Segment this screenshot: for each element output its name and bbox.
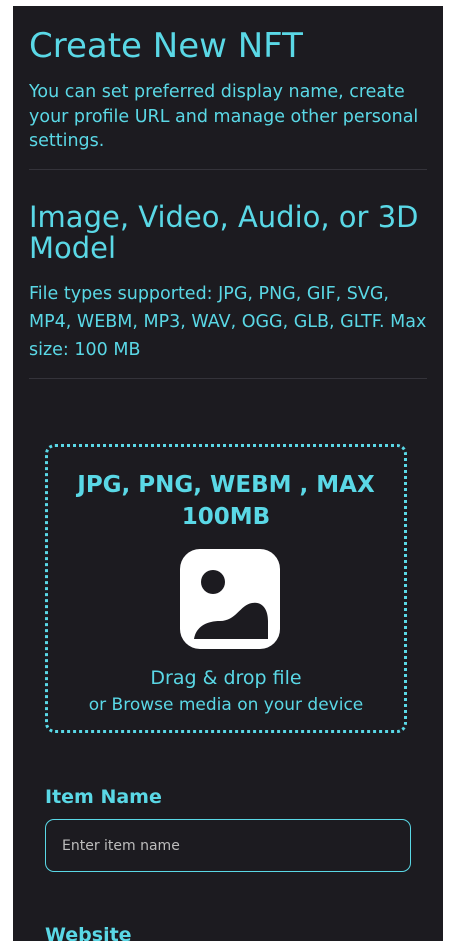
item-name-input[interactable]: [45, 819, 411, 872]
media-section-description: File types supported: JPG, PNG, GIF, SVG…: [29, 284, 427, 360]
website-label: Website: [45, 924, 132, 941]
page-title: Create New NFT: [29, 26, 303, 66]
image-icon: [180, 549, 280, 649]
divider: [29, 378, 427, 379]
dropzone-drag-text: Drag & drop file: [150, 667, 302, 689]
create-nft-panel: Create New NFT You can set preferred dis…: [13, 6, 443, 941]
dropzone-browse-link[interactable]: or Browse media on your device: [48, 693, 404, 717]
dropzone-formats: JPG, PNG, WEBM , MAX 100MB: [77, 472, 375, 530]
divider: [29, 169, 427, 170]
page-subtitle: You can set preferred display name, crea…: [29, 82, 419, 151]
file-dropzone[interactable]: JPG, PNG, WEBM , MAX 100MB Drag & drop f…: [45, 444, 407, 733]
media-section-title: Image, Video, Audio, or 3D Model: [29, 200, 419, 265]
item-name-label: Item Name: [45, 786, 162, 808]
